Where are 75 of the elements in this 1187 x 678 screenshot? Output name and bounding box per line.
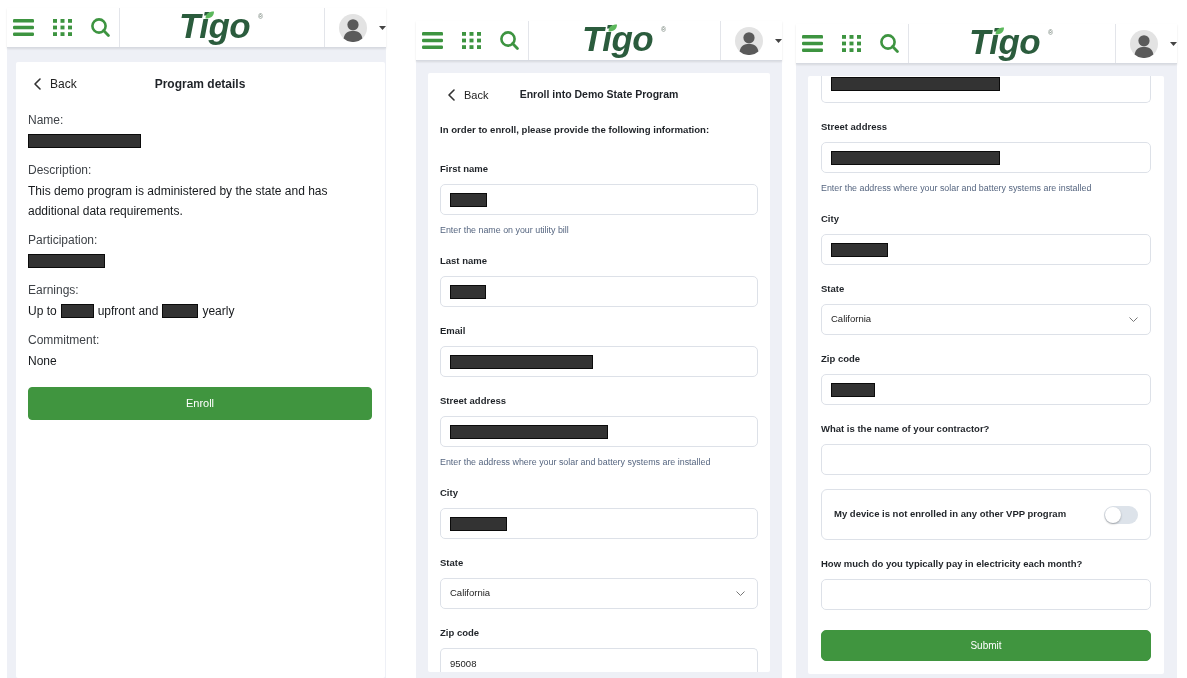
field-value: None	[28, 353, 58, 370]
menu-icon[interactable]	[422, 32, 443, 49]
user-avatar-icon[interactable]	[735, 26, 763, 55]
field-label: Name:	[28, 112, 65, 129]
caret-icon[interactable]	[1170, 41, 1177, 46]
search-icon[interactable]	[91, 18, 110, 37]
field-label: Participation:	[28, 232, 99, 249]
input-field[interactable]	[821, 374, 1151, 405]
grid-icon[interactable]	[53, 19, 72, 36]
chevron-down-icon	[736, 591, 745, 596]
chevron-left-icon	[34, 78, 41, 90]
redaction-bar	[60, 304, 94, 318]
input-field[interactable]: 95008	[440, 648, 758, 672]
input-field[interactable]	[440, 416, 758, 447]
field-label: City	[440, 486, 459, 500]
redaction-bar	[450, 192, 487, 207]
help-text: Enter the address where your solar and battery systems are installed	[821, 182, 1093, 195]
grid-icon[interactable]	[842, 35, 861, 52]
search-icon[interactable]	[880, 34, 899, 53]
search-icon[interactable]	[500, 31, 519, 50]
field-value: Up to	[28, 303, 57, 320]
field-label: Zip code	[440, 626, 481, 640]
input-field[interactable]	[821, 579, 1151, 610]
toggle-switch[interactable]	[1104, 505, 1138, 524]
chevron-left-icon	[448, 89, 455, 101]
redaction-bar	[831, 382, 875, 397]
field-label: Commitment:	[28, 332, 101, 349]
enroll-button[interactable]: Enroll	[28, 387, 372, 420]
field-label: Email	[440, 324, 467, 338]
submit-button[interactable]: Submit	[821, 630, 1151, 661]
field-label: Earnings:	[28, 282, 80, 299]
input-field[interactable]	[821, 142, 1151, 173]
grid-icon[interactable]	[462, 32, 481, 49]
field-value: upfront and	[97, 303, 159, 320]
field-label: Last name	[440, 254, 488, 268]
select-field[interactable]: California	[821, 304, 1151, 335]
back-button[interactable]: Back	[28, 74, 77, 94]
input-field[interactable]	[821, 234, 1151, 265]
caret-icon[interactable]	[379, 25, 386, 30]
redaction-bar	[450, 284, 486, 299]
field-label: State	[440, 556, 465, 570]
toggle-label: My device is not enrolled in any other VPP program	[834, 507, 1067, 522]
field-label: City	[821, 212, 840, 226]
menu-icon[interactable]	[802, 35, 823, 52]
input-field[interactable]	[440, 276, 758, 307]
field-label: What is the name of your contractor?	[821, 422, 991, 436]
back-button[interactable]: Back	[440, 85, 489, 105]
chevron-down-icon	[1129, 317, 1138, 322]
user-avatar-icon[interactable]	[1130, 29, 1158, 58]
help-text: Enter the name on your utility bill	[440, 224, 570, 237]
field-value: This demo program is administered by the state and has additional data requirements.	[28, 183, 329, 220]
input-field[interactable]	[821, 444, 1151, 475]
select-field[interactable]: California	[440, 578, 758, 609]
field-label: State	[821, 282, 846, 296]
field-value: yearly	[202, 303, 235, 320]
input-field[interactable]	[440, 508, 758, 539]
input-field[interactable]	[440, 184, 758, 215]
redaction-bar	[831, 242, 888, 257]
field-label: First name	[440, 162, 490, 176]
input-field[interactable]	[821, 76, 1151, 103]
page-title: Enroll into Demo State Program	[519, 87, 679, 103]
menu-icon[interactable]	[13, 19, 34, 36]
field-label: Description:	[28, 162, 93, 179]
field-label: Zip code	[821, 352, 862, 366]
field-label: Street address	[821, 120, 888, 134]
field-label: Street address	[440, 394, 507, 408]
caret-icon[interactable]	[775, 38, 782, 43]
redaction-bar	[162, 304, 199, 318]
user-avatar-icon[interactable]	[339, 13, 367, 42]
input-field[interactable]	[440, 346, 758, 377]
intro-text: In order to enroll, please provide the following information:	[440, 123, 711, 137]
help-text: Enter the address where your solar and battery systems are installed	[440, 456, 712, 469]
field-label: How much do you typically pay in electricity each month?	[821, 557, 1084, 571]
redaction-bar	[450, 516, 507, 531]
page-title: Program details	[154, 76, 246, 93]
